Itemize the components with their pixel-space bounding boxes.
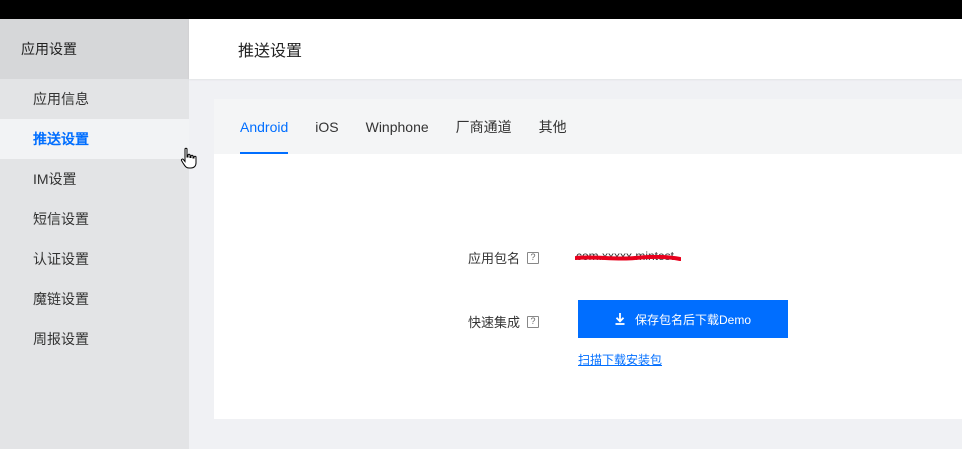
page-title: 推送设置: [238, 43, 303, 60]
sidebar-item-app-info[interactable]: 应用信息: [0, 79, 189, 119]
sidebar-item-auth-settings[interactable]: 认证设置: [0, 239, 189, 279]
quick-integration-row: 快速集成 ?: [468, 312, 540, 331]
help-icon[interactable]: ?: [527, 251, 540, 264]
help-icon[interactable]: ?: [527, 315, 540, 328]
sidebar-item-magic-link-settings[interactable]: 魔链设置: [0, 279, 189, 319]
tab-ios[interactable]: iOS: [315, 99, 338, 154]
quick-integration-label: 快速集成: [468, 315, 521, 330]
tab-vendor-channel[interactable]: 厂商通道: [456, 99, 512, 154]
sidebar-item-im-settings[interactable]: IM设置: [0, 159, 189, 199]
download-demo-button[interactable]: 保存包名后下载Demo: [578, 300, 788, 338]
sidebar-item-sms-settings[interactable]: 短信设置: [0, 199, 189, 239]
sidebar-item-weekly-report-settings[interactable]: 周报设置: [0, 319, 189, 359]
package-name-label: 应用包名: [468, 251, 521, 266]
hand-cursor-icon: [180, 147, 197, 169]
scan-download-link[interactable]: 扫描下载安装包: [578, 351, 662, 368]
platform-tabs: Android iOS Winphone 厂商通道 其他: [214, 99, 962, 154]
tab-other[interactable]: 其他: [539, 99, 567, 154]
sidebar: 应用设置 应用信息 推送设置 IM设置 短信设置 认证设置 魔链设置 周报设置: [0, 19, 189, 449]
redaction-mark: [575, 255, 681, 261]
sidebar-list: 应用信息 推送设置 IM设置 短信设置 认证设置 魔链设置 周报设置: [0, 79, 189, 359]
download-icon: [615, 313, 625, 325]
sidebar-item-push-settings[interactable]: 推送设置: [0, 119, 189, 159]
package-name-row: 应用包名 ?: [468, 248, 540, 267]
push-settings-card: Android iOS Winphone 厂商通道 其他 应用包名 ? com.…: [214, 99, 962, 419]
tab-winphone[interactable]: Winphone: [366, 99, 429, 154]
sidebar-header: 应用设置: [0, 19, 189, 79]
page-header: 推送设置: [189, 19, 962, 79]
window-top-bar: [0, 0, 962, 19]
download-demo-button-label: 保存包名后下载Demo: [634, 312, 751, 327]
tab-android[interactable]: Android: [240, 99, 289, 154]
